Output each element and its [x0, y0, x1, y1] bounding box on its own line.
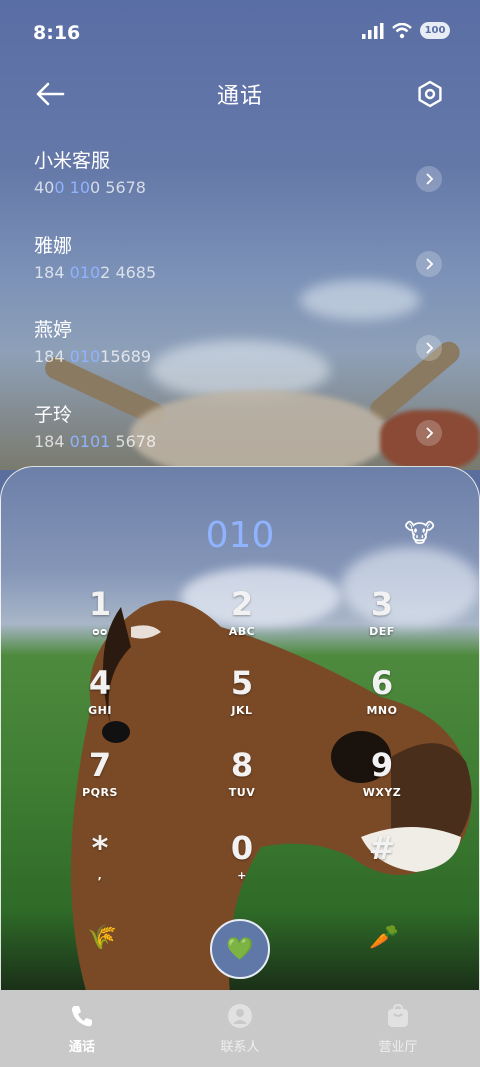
status-icons: 100 [362, 22, 450, 39]
key-star[interactable]: *, [50, 829, 150, 901]
tab-label: 营业厅 [378, 1040, 418, 1055]
status-time: 8:16 [33, 22, 81, 44]
dialpad-panel: 010 🐮 1 ᴑᴑ 2 ABC 3 DEF 4 GHI 5 JKL 6 MNO 7 PQRS… [0, 466, 480, 990]
chevron-right-icon [426, 427, 434, 439]
person-icon [228, 1004, 252, 1028]
battery-icon: 100 [420, 22, 450, 39]
contact-detail-button[interactable] [416, 335, 442, 361]
bottom-tab-bar: 通话 联系人 营业厅 [0, 990, 480, 1067]
contact-detail-button[interactable] [416, 420, 442, 446]
contact-item[interactable]: 小米客服 400 100 5678 [34, 148, 446, 218]
wheat-icon[interactable]: 🌾 [87, 923, 117, 951]
tab-label: 通话 [68, 1040, 95, 1055]
contact-number: 184 0101 5678 [34, 432, 157, 451]
key-4[interactable]: 4 GHI [50, 664, 150, 736]
contact-item[interactable]: 燕婷 184 01015689 [34, 317, 446, 387]
key-3[interactable]: 3 DEF [332, 585, 432, 657]
contact-name: 雅娜 [34, 235, 73, 257]
contact-item[interactable]: 雅娜 184 0102 4685 [34, 233, 446, 303]
contact-item[interactable]: 子玲 184 0101 5678 [34, 402, 446, 472]
wifi-icon [392, 22, 412, 38]
contact-number: 184 0102 4685 [34, 263, 157, 282]
key-2[interactable]: 2 ABC [192, 585, 292, 657]
contact-number: 400 100 5678 [34, 178, 146, 197]
contact-detail-button[interactable] [416, 166, 442, 192]
key-1[interactable]: 1 ᴑᴑ [50, 585, 150, 657]
cow-icon[interactable]: 🐮 [404, 519, 435, 549]
chevron-right-icon [426, 258, 434, 270]
contact-name: 燕婷 [34, 319, 73, 341]
call-button[interactable]: 💚 [210, 919, 270, 979]
tab-calls[interactable]: 通话 [22, 1002, 142, 1055]
phone-icon [72, 1006, 92, 1027]
key-0[interactable]: 0 + [192, 829, 292, 901]
chevron-right-icon [426, 173, 434, 185]
contact-name: 小米客服 [34, 150, 111, 172]
chevron-right-icon [426, 342, 434, 354]
contact-number: 184 01015689 [34, 347, 152, 366]
key-9[interactable]: 9 WXYZ [332, 746, 432, 818]
contact-name: 子玲 [34, 404, 73, 426]
header: 通话 [0, 66, 480, 122]
tab-contacts[interactable]: 联系人 [180, 1002, 300, 1055]
hexagon-settings-icon [418, 80, 442, 108]
tab-label: 联系人 [220, 1040, 260, 1055]
tab-store[interactable]: 营业厅 [338, 1002, 458, 1055]
carrot-icon[interactable]: 🥕 [369, 923, 399, 951]
key-6[interactable]: 6 MNO [332, 664, 432, 736]
key-5[interactable]: 5 JKL [192, 664, 292, 736]
contact-detail-button[interactable] [416, 251, 442, 277]
settings-button[interactable] [410, 76, 450, 112]
status-bar: 8:16 100 [0, 0, 480, 66]
key-hash[interactable]: # [332, 829, 432, 901]
page-title: 通话 [216, 84, 263, 109]
key-7[interactable]: 7 PQRS [50, 746, 150, 818]
signal-icon [362, 22, 384, 39]
key-8[interactable]: 8 TUV [192, 746, 292, 818]
bag-icon [388, 1003, 408, 1027]
heart-icon: 💚 [226, 936, 254, 962]
